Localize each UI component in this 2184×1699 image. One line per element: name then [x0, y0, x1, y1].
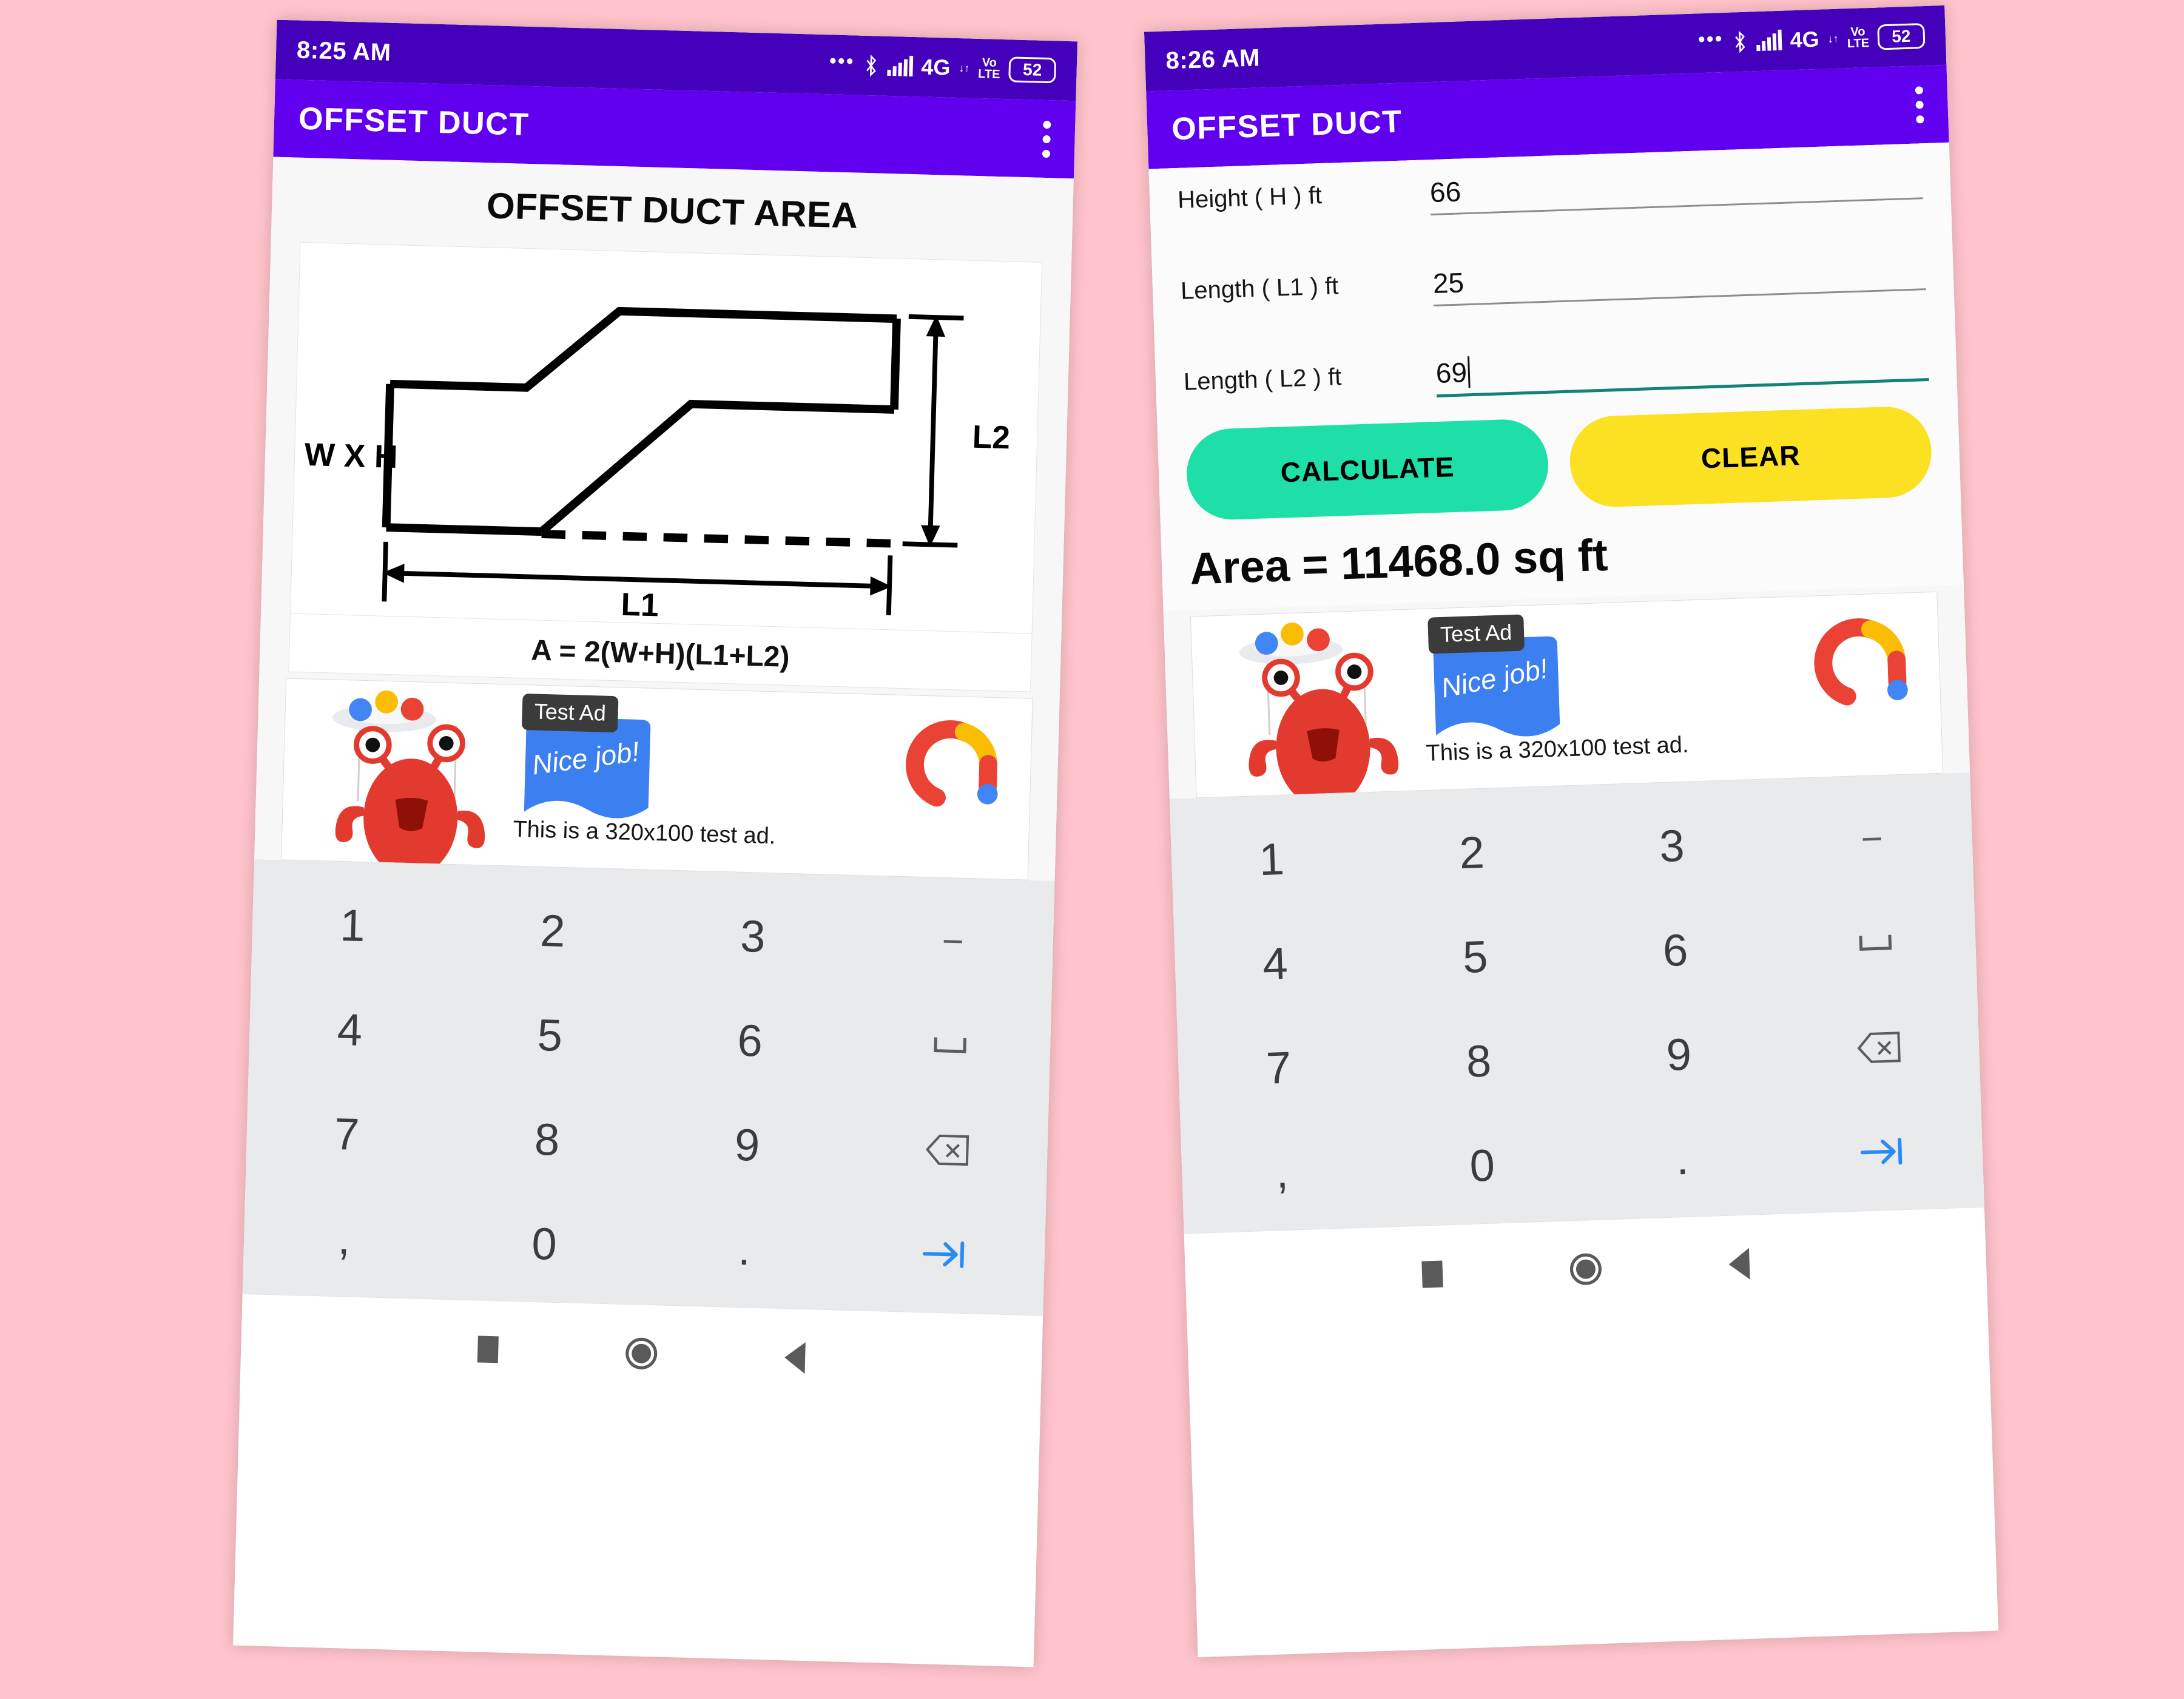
status-time: 8:26 AM [1165, 44, 1261, 74]
key-9[interactable]: 9 [1577, 999, 1781, 1110]
signal-bars-icon [1756, 29, 1782, 52]
key-minus-icon[interactable]: − [852, 887, 1055, 996]
input-form: Height ( H ) ft 66 Length ( L1 ) ft 25 L… [1148, 142, 1964, 612]
clear-button[interactable]: CLEAR [1568, 405, 1933, 508]
key-6[interactable]: 6 [649, 985, 852, 1095]
key-7[interactable]: 7 [246, 1079, 449, 1189]
ad-creative-icon: Nice job! [332, 691, 998, 877]
data-arrows-icon: ↓↑ [959, 61, 970, 75]
offset-duct-diagram: L2 W X H L1 [290, 242, 1043, 634]
key-7[interactable]: 7 [1177, 1012, 1381, 1123]
duct-drawing-icon: L2 W X H L1 [304, 306, 1011, 624]
key-comma[interactable]: , [243, 1183, 446, 1293]
key-2[interactable]: 2 [1370, 797, 1574, 908]
key-0[interactable]: 0 [443, 1189, 646, 1299]
key-minus-icon[interactable]: − [1770, 783, 1974, 894]
battery-level-badge: 52 [1008, 56, 1057, 84]
key-tab-icon[interactable] [843, 1200, 1046, 1309]
screenshot-stage: 8:25 AM ••• 4G ↓↑ Vo LTE 52 OFFSET DUCT [0, 0, 2184, 1699]
bluetooth-icon [1734, 30, 1745, 53]
app-title: OFFSET DUCT [1171, 104, 1403, 147]
key-5[interactable]: 5 [1373, 901, 1577, 1012]
key-3[interactable]: 3 [1570, 790, 1774, 901]
network-type-label: 4G [920, 54, 951, 80]
key-space-icon[interactable] [849, 991, 1052, 1101]
ad-test-badge: Test Ad [1427, 614, 1525, 654]
network-type-label: 4G [1789, 26, 1820, 53]
key-2[interactable]: 2 [451, 876, 655, 985]
key-4[interactable]: 4 [248, 974, 451, 1084]
battery-level-badge: 52 [1877, 22, 1926, 50]
status-icons: ••• 4G ↓↑ Vo LTE 52 [829, 49, 1057, 84]
key-0[interactable]: 0 [1380, 1110, 1584, 1221]
circle-home-icon[interactable] [1569, 1252, 1602, 1285]
dimension-label-wh: W X H [304, 437, 398, 475]
circle-home-icon[interactable] [625, 1337, 658, 1370]
app-title: OFFSET DUCT [298, 101, 530, 143]
ad-test-badge: Test Ad [521, 694, 619, 733]
key-period[interactable]: . [643, 1194, 846, 1304]
square-recents-icon[interactable] [477, 1336, 499, 1363]
calculate-button[interactable]: CALCULATE [1185, 417, 1550, 521]
key-1[interactable]: 1 [1170, 803, 1373, 914]
key-space-icon[interactable] [1774, 888, 1978, 999]
key-backspace-icon[interactable] [846, 1095, 1049, 1205]
signal-bars-icon [887, 55, 913, 77]
key-comma[interactable]: , [1181, 1116, 1384, 1228]
phone-right: 8:26 AM ••• 4G ↓↑ Vo LTE 52 OFFSET DUCT [1144, 5, 1999, 1658]
status-icons: ••• 4G ↓↑ Vo LTE 52 [1697, 22, 1926, 56]
key-1[interactable]: 1 [251, 870, 454, 980]
dimension-label-l2: L2 [972, 419, 1011, 456]
status-time: 8:25 AM [296, 36, 392, 66]
key-5[interactable]: 5 [448, 980, 652, 1090]
volte-icon: Vo LTE [977, 55, 1000, 81]
text-caret [1468, 356, 1471, 388]
screen-content-right: Height ( H ) ft 66 Length ( L1 ) ft 25 L… [1148, 142, 1970, 799]
numeric-keyboard-right[interactable]: 1 2 3 − 4 5 6 7 8 9 , 0 . [1169, 772, 1984, 1234]
ad-banner-left[interactable]: Nice job! Test Ad This is a 320x100 test… [281, 678, 1033, 880]
volte-icon: Vo LTE [1847, 25, 1870, 51]
field-value-l2: 69 [1435, 356, 1468, 389]
ad-banner-right[interactable]: Nice job! Test Ad This is a 320x100 test… [1190, 591, 1944, 799]
dimension-label-l1: L1 [621, 587, 659, 624]
data-arrows-icon: ↓↑ [1827, 32, 1839, 46]
key-backspace-icon[interactable] [1777, 992, 1981, 1103]
bluetooth-icon [866, 54, 876, 77]
key-8[interactable]: 8 [445, 1084, 649, 1194]
triangle-back-icon[interactable] [784, 1341, 806, 1374]
notification-dots-icon: ••• [1697, 27, 1724, 52]
android-nav-bar-left [240, 1294, 1043, 1413]
square-recents-icon[interactable] [1421, 1260, 1443, 1288]
ad-creative-icon: Nice job! [1239, 618, 1908, 798]
key-9[interactable]: 9 [645, 1090, 849, 1200]
key-4[interactable]: 4 [1173, 908, 1377, 1019]
key-tab-icon[interactable] [1781, 1096, 1984, 1208]
kebab-menu-icon[interactable] [1915, 86, 1924, 124]
keyboard-row: , 0 . [243, 1183, 1046, 1309]
numeric-keyboard-left[interactable]: 1 2 3 − 4 5 6 7 8 9 , 0 . [242, 859, 1055, 1316]
key-8[interactable]: 8 [1377, 1005, 1581, 1116]
key-3[interactable]: 3 [652, 881, 855, 991]
key-period[interactable]: . [1580, 1103, 1784, 1214]
key-6[interactable]: 6 [1574, 894, 1778, 1005]
notification-dots-icon: ••• [829, 49, 855, 73]
action-buttons: CALCULATE CLEAR [1184, 381, 1933, 530]
kebab-menu-icon[interactable] [1042, 120, 1051, 158]
triangle-back-icon[interactable] [1728, 1248, 1750, 1280]
screen-content-left: OFFSET DUCT AREA L2 W X H L1 A = 2(W+H)(… [254, 157, 1074, 882]
phone-left: 8:25 AM ••• 4G ↓↑ Vo LTE 52 OFFSET DUCT [232, 19, 1078, 1667]
